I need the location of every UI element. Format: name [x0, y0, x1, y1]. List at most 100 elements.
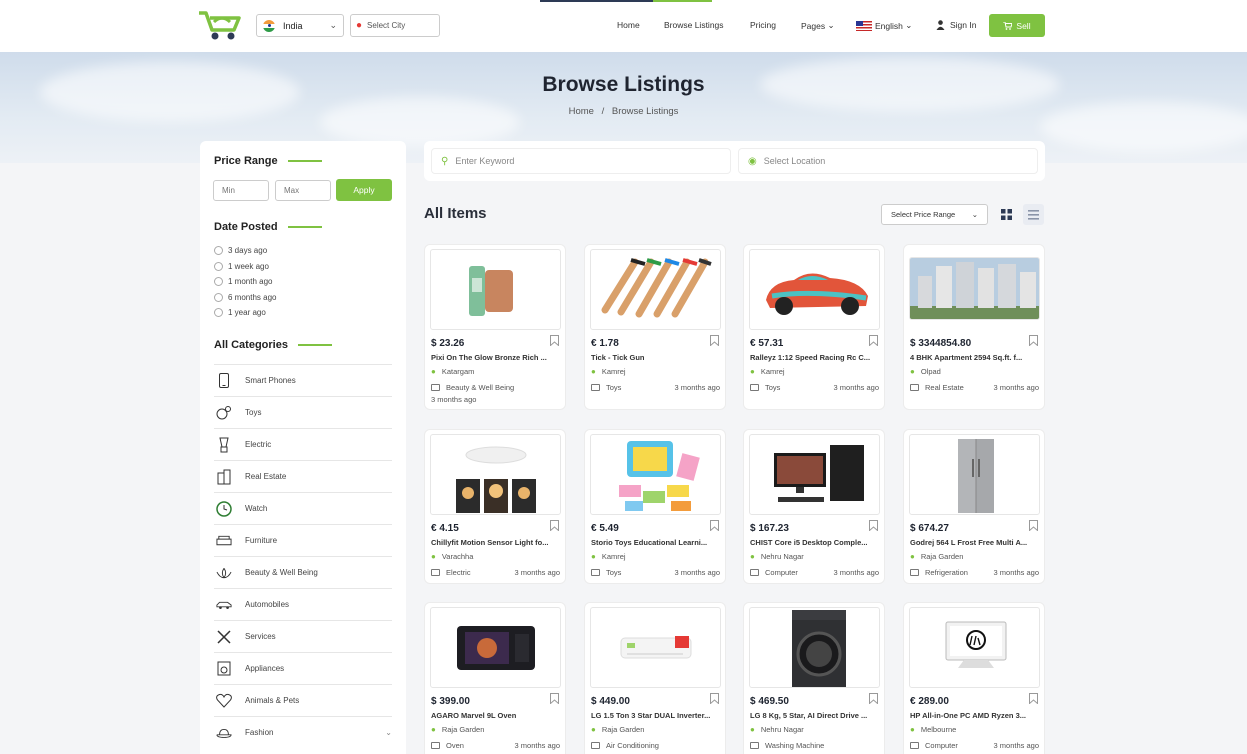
sell-button[interactable]: Sell — [989, 14, 1045, 37]
min-price-input[interactable] — [213, 180, 269, 201]
category-fashion[interactable]: Fashion ⌄ — [214, 716, 392, 748]
category-furniture[interactable]: Furniture — [214, 524, 392, 556]
date-option[interactable]: 1 month ago — [214, 277, 272, 286]
price-range-select[interactable]: Select Price Range ⌄ — [881, 204, 988, 225]
nav-browse-listings[interactable]: Browse Listings — [664, 20, 724, 30]
product-image[interactable] — [430, 434, 561, 515]
bookmark-icon[interactable] — [550, 335, 559, 346]
cart-logo-icon[interactable] — [198, 10, 242, 42]
product-image[interactable] — [430, 607, 561, 688]
category-smart-phones[interactable]: Smart Phones — [214, 364, 392, 396]
category-animals-pets[interactable]: Animals & Pets — [214, 684, 392, 716]
category-appliances[interactable]: Appliances — [214, 652, 392, 684]
listing-card[interactable]: € 57.31 Ralleyz 1:12 Speed Racing Rc C..… — [743, 244, 885, 410]
max-price-input[interactable] — [275, 180, 331, 201]
product-image[interactable] — [909, 434, 1040, 515]
product-image[interactable] — [749, 607, 880, 688]
city-select[interactable]: ● Select City — [350, 14, 440, 37]
bookmark-icon[interactable] — [710, 520, 719, 531]
bookmark-icon[interactable] — [869, 693, 878, 704]
date-option[interactable]: 6 months ago — [214, 293, 276, 302]
bookmark-icon[interactable] — [710, 693, 719, 704]
item-title[interactable]: Tick - Tick Gun — [591, 353, 721, 362]
grid-view-button[interactable] — [996, 204, 1017, 225]
product-image[interactable] — [590, 434, 721, 515]
item-title[interactable]: LG 8 Kg, 5 Star, AI Direct Drive ... — [750, 711, 880, 720]
product-image[interactable] — [590, 607, 721, 688]
product-image[interactable] — [749, 434, 880, 515]
category-real-estate[interactable]: Real Estate — [214, 460, 392, 492]
location-search-input[interactable]: ◉ Select Location — [738, 148, 1038, 174]
blender-icon — [216, 437, 232, 453]
product-image[interactable] — [749, 249, 880, 330]
listing-card[interactable]: € 4.15 Chillyfit Motion Sensor Light fo.… — [424, 429, 566, 584]
nav-pricing[interactable]: Pricing — [750, 20, 776, 30]
radio-button[interactable] — [214, 308, 223, 317]
country-select[interactable]: India ⌄ — [256, 14, 344, 37]
date-option[interactable]: 3 days ago — [214, 246, 267, 255]
product-image[interactable] — [909, 607, 1040, 688]
bookmark-icon[interactable] — [869, 335, 878, 346]
item-title[interactable]: CHIST Core i5 Desktop Comple... — [750, 538, 880, 547]
listing-card[interactable]: $ 167.23 CHIST Core i5 Desktop Comple...… — [743, 429, 885, 584]
item-title[interactable]: Pixi On The Glow Bronze Rich ... — [431, 353, 561, 362]
item-title[interactable]: LG 1.5 Ton 3 Star DUAL Inverter... — [591, 711, 721, 720]
listing-card[interactable]: $ 469.50 LG 8 Kg, 5 Star, AI Direct Driv… — [743, 602, 885, 754]
radio-button[interactable] — [214, 246, 223, 255]
listing-card[interactable]: $ 449.00 LG 1.5 Ton 3 Star DUAL Inverter… — [584, 602, 726, 754]
language-select[interactable]: English ⌄ — [856, 20, 912, 31]
listing-card[interactable]: € 5.49 Storio Toys Educational Learni...… — [584, 429, 726, 584]
keyword-search-input[interactable]: ⚲ Enter Keyword — [431, 148, 731, 174]
item-time: 3 months ago — [514, 568, 560, 577]
bookmark-icon[interactable] — [550, 520, 559, 531]
date-option[interactable]: 1 year ago — [214, 308, 266, 317]
item-category: Computer — [750, 568, 798, 577]
date-option[interactable]: 1 week ago — [214, 262, 269, 271]
listing-card[interactable]: € 289.00 HP All-in-One PC AMD Ryzen 3...… — [903, 602, 1045, 754]
bookmark-icon[interactable] — [869, 520, 878, 531]
category-watch[interactable]: Watch — [214, 492, 392, 524]
product-image[interactable] — [909, 257, 1040, 320]
building-icon — [216, 469, 232, 485]
category-electric[interactable]: Electric — [214, 428, 392, 460]
chevron-down-icon[interactable]: ⌄ — [385, 728, 392, 737]
chevron-down-icon: ⌄ — [971, 210, 978, 219]
location-pin-icon: ● — [431, 552, 436, 561]
bookmark-icon[interactable] — [710, 335, 719, 346]
listing-card[interactable]: $ 399.00 AGARO Marvel 9L Oven ● Raja Gard… — [424, 602, 566, 754]
category-label: Watch — [245, 504, 268, 513]
list-view-button[interactable] — [1023, 204, 1044, 225]
apply-button[interactable]: Apply — [336, 179, 392, 201]
item-title[interactable]: HP All-in-One PC AMD Ryzen 3... — [910, 711, 1040, 720]
listing-card[interactable]: $ 23.26 Pixi On The Glow Bronze Rich ...… — [424, 244, 566, 410]
sign-in-link[interactable]: Sign In — [936, 20, 976, 30]
item-title[interactable]: Ralleyz 1:12 Speed Racing Rc C... — [750, 353, 880, 362]
category-services[interactable]: Services — [214, 620, 392, 652]
category-toys[interactable]: Toys — [214, 396, 392, 428]
bookmark-icon[interactable] — [550, 693, 559, 704]
nav-pages[interactable]: Pages ⌄ — [801, 20, 835, 31]
bookmark-icon[interactable] — [1029, 520, 1038, 531]
bookmark-icon[interactable] — [1029, 335, 1038, 346]
listing-card[interactable]: € 1.78 Tick - Tick Gun ● Kamrej Toys 3 mo… — [584, 244, 726, 410]
item-title[interactable]: Chillyfit Motion Sensor Light fo... — [431, 538, 561, 547]
category-automobiles[interactable]: Automobiles — [214, 588, 392, 620]
product-image[interactable] — [590, 249, 721, 330]
breadcrumb-home[interactable]: Home — [569, 106, 594, 117]
listing-card[interactable]: $ 674.27 Godrej 564 L Frost Free Multi A… — [903, 429, 1045, 584]
item-title[interactable]: Storio Toys Educational Learni... — [591, 538, 721, 547]
radio-button[interactable] — [214, 262, 223, 271]
item-time: 3 months ago — [993, 741, 1039, 750]
category-label: Fashion — [245, 728, 274, 737]
item-title[interactable]: AGARO Marvel 9L Oven — [431, 711, 561, 720]
item-price: $ 449.00 — [591, 696, 630, 707]
item-title[interactable]: Godrej 564 L Frost Free Multi A... — [910, 538, 1040, 547]
category-beauty[interactable]: Beauty & Well Being — [214, 556, 392, 588]
radio-button[interactable] — [214, 277, 223, 286]
bookmark-icon[interactable] — [1029, 693, 1038, 704]
item-title[interactable]: 4 BHK Apartment 2594 Sq.ft. f... — [910, 353, 1040, 362]
product-image[interactable] — [430, 249, 561, 330]
radio-button[interactable] — [214, 293, 223, 302]
nav-home[interactable]: Home — [617, 20, 640, 30]
listing-card[interactable]: $ 3344854.80 4 BHK Apartment 2594 Sq.ft.… — [903, 244, 1045, 410]
